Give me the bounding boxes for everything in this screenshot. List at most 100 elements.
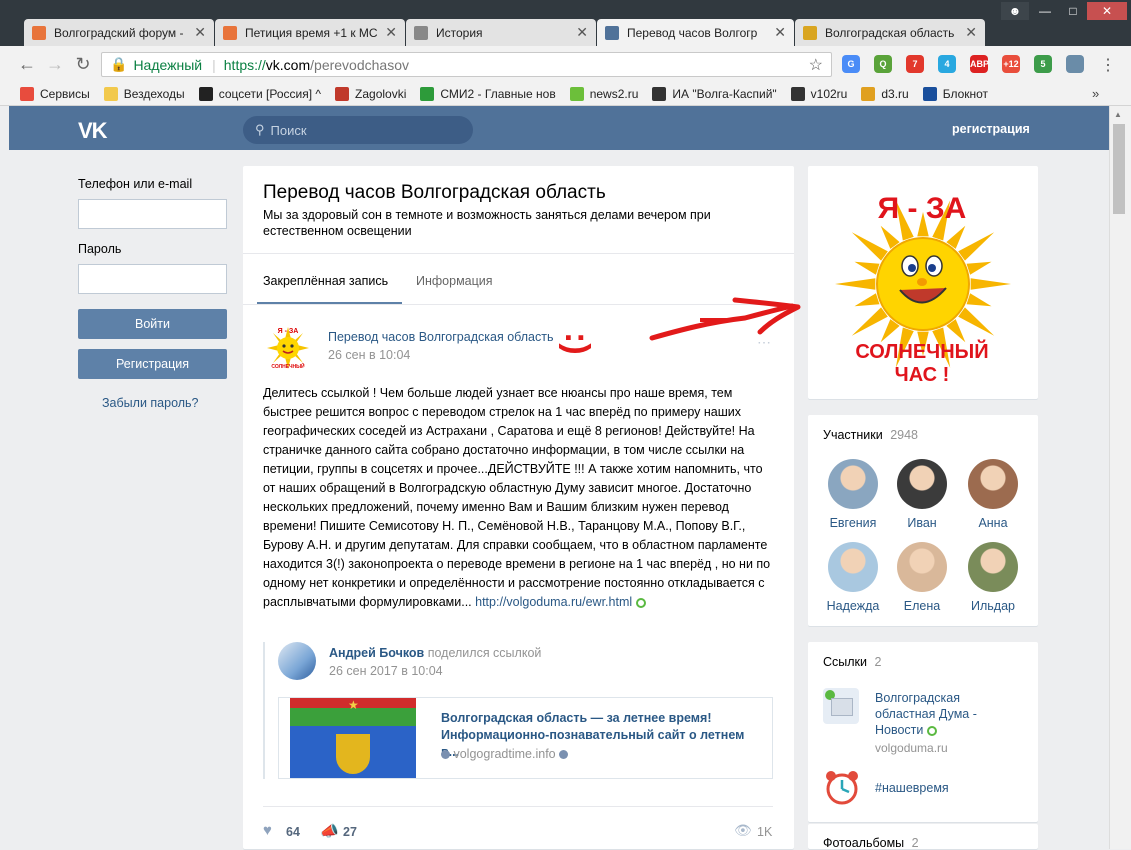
bookmark-item[interactable]: d3.ru [861, 86, 909, 101]
extension-icon[interactable]: Q [874, 55, 892, 73]
login-button[interactable]: Войти [78, 309, 227, 339]
member-avatar[interactable] [828, 459, 878, 509]
sun-ray [835, 278, 876, 290]
tab-info[interactable]: Информация [416, 274, 493, 288]
bookmark-item[interactable]: Вездеходы [103, 86, 185, 101]
views-icon: 👁 [734, 822, 752, 838]
extension-icon[interactable]: 7 [906, 55, 924, 73]
forward-icon[interactable]: → [44, 52, 66, 76]
vk-logo-icon[interactable]: VK [78, 118, 108, 144]
close-tab-icon[interactable]: ✕ [774, 24, 786, 41]
browser-tab[interactable]: Петиция время +1 к МС ✕ [215, 19, 405, 46]
code-icon [335, 86, 350, 101]
member-name[interactable]: Иван [882, 516, 962, 530]
post-author[interactable]: Перевод часов Волгоградская область [328, 330, 553, 344]
close-tab-icon[interactable]: ✕ [965, 24, 977, 41]
maximize-button[interactable]: □ [1059, 2, 1087, 20]
albums-title[interactable]: Фотоальбомы 2 [823, 836, 919, 850]
bookmark-item[interactable]: соцсети [Россия] ^ [198, 86, 321, 101]
sun-icon: Я - ЗА СОЛНЕЧНЫЙ ЧАС ! [835, 192, 1011, 386]
svg-text:Я - ЗА: Я - ЗА [878, 192, 967, 225]
search-icon: ⚲ [255, 122, 265, 137]
member-name[interactable]: Анна [953, 516, 1033, 530]
bookmark-item[interactable]: Блокнот [922, 86, 988, 101]
minimize-button[interactable]: — [1031, 2, 1059, 20]
extension-icon[interactable]: G [842, 55, 860, 73]
browser-tab[interactable]: Волгоградская область ✕ [795, 19, 985, 46]
member-avatar[interactable] [968, 542, 1018, 592]
user-icon[interactable]: ☻ [1001, 2, 1029, 20]
bookmarks-more[interactable]: » [1092, 86, 1099, 101]
extension-icon[interactable]: 5 [1034, 55, 1052, 73]
forgot-password-link[interactable]: Забыли пароль? [102, 396, 199, 410]
password-input[interactable] [78, 264, 227, 294]
links-title[interactable]: Ссылки 2 [823, 655, 881, 669]
post-text: Делитесь ссылкой ! Чем больше людей узна… [263, 384, 773, 612]
register-button[interactable]: Регистрация [78, 349, 227, 379]
reload-icon[interactable]: ↻ [72, 52, 94, 76]
close-window-button[interactable]: ✕ [1087, 2, 1127, 20]
post-date[interactable]: 26 сен в 10:04 [328, 348, 410, 362]
apps-icon [20, 86, 34, 101]
star-icon[interactable]: ☆ [809, 55, 823, 75]
extension-icon[interactable] [1066, 55, 1084, 73]
avatar[interactable] [278, 642, 316, 680]
phone-input[interactable] [78, 199, 227, 229]
url-path: /perevodchasov [310, 56, 409, 73]
back-icon[interactable]: ← [16, 52, 38, 76]
bookmark-item[interactable]: news2.ru [569, 86, 638, 101]
search-input[interactable]: ⚲ Поиск [243, 116, 473, 144]
bookmark-item[interactable]: Сервисы [20, 86, 90, 101]
browser-tab[interactable]: Перевод часов Волгогр ✕ [597, 19, 794, 46]
scroll-up-icon[interactable]: ▲ [1114, 110, 1122, 119]
repost-author[interactable]: Андрей Бочков [329, 646, 424, 660]
extension-icon[interactable]: ABP [970, 55, 989, 73]
member-avatar[interactable] [897, 459, 947, 509]
share-icon[interactable]: 📣 [320, 822, 339, 840]
alarm-clock-icon[interactable] [823, 768, 861, 806]
repost-date[interactable]: 26 сен 2017 в 10:04 [329, 664, 443, 678]
favicon-icon [32, 25, 46, 40]
group-avatar[interactable]: Я - ЗА СОЛНЕЧНЫЙ [263, 323, 313, 373]
like-count[interactable]: 64 [286, 825, 300, 839]
share-count[interactable]: 27 [343, 825, 357, 839]
tab-pinned[interactable]: Закреплённая запись [263, 274, 388, 288]
volgograd-flag-icon: ★ [290, 698, 416, 778]
link-title-hashtag[interactable]: #нашевремя [875, 781, 949, 795]
menu-icon[interactable]: ⋮ [1100, 55, 1116, 75]
d3-icon [861, 86, 876, 101]
members-title[interactable]: Участники 2948 [823, 428, 918, 442]
member-avatar[interactable] [968, 459, 1018, 509]
close-tab-icon[interactable]: ✕ [194, 24, 206, 41]
member-avatar[interactable] [828, 542, 878, 592]
svg-text:Я - ЗА: Я - ЗА [278, 328, 299, 335]
close-tab-icon[interactable]: ✕ [385, 24, 397, 41]
like-icon[interactable]: ♥ [263, 822, 272, 839]
scrollbar-thumb[interactable] [1113, 124, 1125, 214]
bookmark-item[interactable]: Zagolovki [335, 86, 406, 101]
group-cover[interactable]: Я - ЗА СОЛНЕЧНЫЙ ЧАС ! [808, 166, 1038, 399]
bookmark-item[interactable]: v102ru [790, 86, 847, 101]
close-tab-icon[interactable]: ✕ [576, 24, 588, 41]
register-link[interactable]: регистрация [952, 122, 1030, 136]
member-name[interactable]: Евгения [813, 516, 893, 530]
snippet-domain: volgogradtime.info [453, 747, 556, 761]
post-link[interactable]: http://volgoduma.ru/ewr.html [475, 595, 632, 609]
member-name[interactable]: Ильдар [953, 599, 1033, 613]
duma-logo-icon[interactable] [823, 688, 859, 724]
member-avatar[interactable] [897, 542, 947, 592]
scrollbar[interactable] [1109, 106, 1131, 849]
address-bar[interactable]: 🔒 Надежный | https:// vk.com /perevodcha… [101, 52, 832, 77]
bookmark-item[interactable]: ИА "Волга-Каспий" [652, 86, 777, 101]
link-title-duma[interactable]: Волгоградская областная Дума - Новости [875, 690, 1015, 738]
member-name[interactable]: Елена [882, 599, 962, 613]
bookmark-item[interactable]: СМИ2 - Главные нов [420, 86, 556, 101]
link-domain-duma: volgoduma.ru [875, 741, 948, 755]
extension-icon[interactable]: +12 [1002, 55, 1020, 73]
browser-tab[interactable]: История ✕ [406, 19, 596, 46]
sun-ray [970, 278, 1011, 290]
extension-icon[interactable]: 4 [938, 55, 956, 73]
member-name[interactable]: Надежда [813, 599, 893, 613]
browser-tab[interactable]: Волгоградский форум - ✕ [24, 19, 214, 46]
search-placeholder: Поиск [270, 122, 307, 138]
